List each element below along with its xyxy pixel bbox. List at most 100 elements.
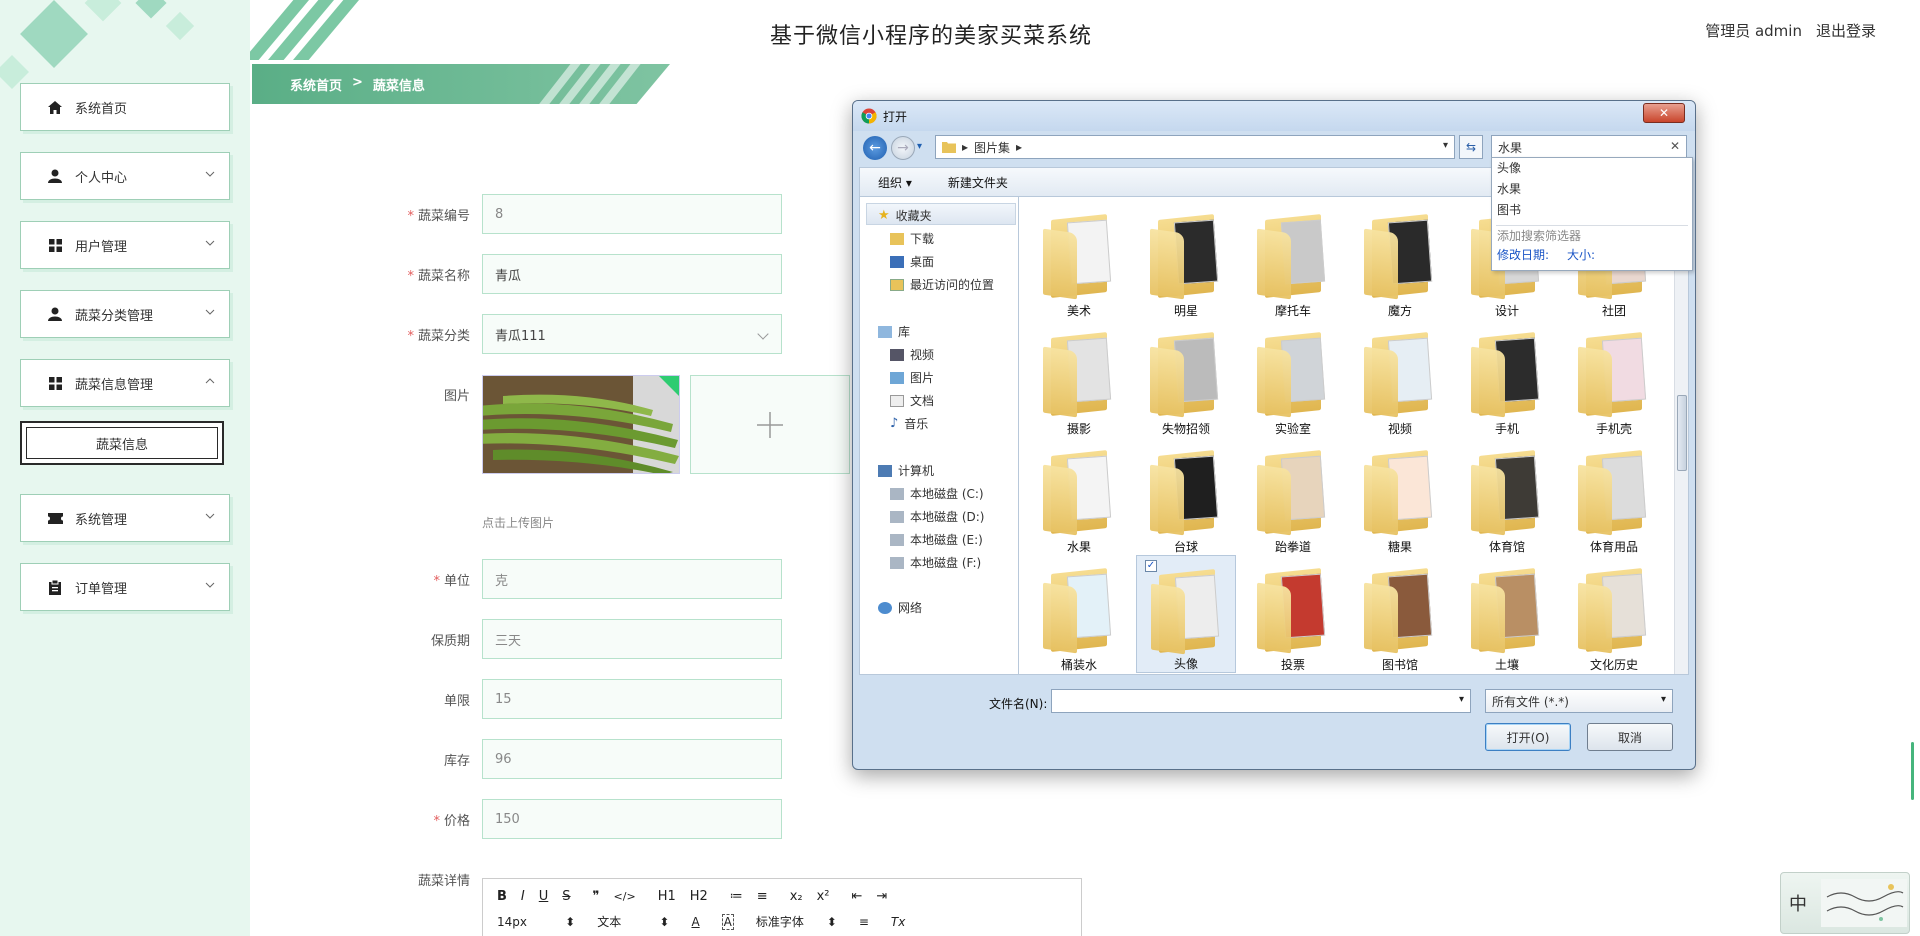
font-size-select[interactable]: 14px ⬍ [497, 915, 575, 929]
stock-field[interactable]: 96 [482, 739, 782, 779]
cancel-button[interactable]: 取消 [1587, 723, 1673, 751]
sidebar-subitem-vegetable-info[interactable]: 蔬菜信息 [20, 421, 224, 465]
uploaded-image[interactable] [482, 375, 680, 474]
logout-link[interactable]: 退出登录 [1816, 20, 1876, 41]
suggestion-item[interactable]: 图书 [1492, 200, 1692, 221]
folder-item[interactable]: 手机 [1457, 319, 1557, 437]
rich-text-editor[interactable]: B I U S ❞ </> H1 H2 ≔ ≡ x₂ x² ⇤ ⇥ 14px ⬍… [482, 878, 1082, 936]
ime-widget[interactable]: 中 [1780, 872, 1910, 934]
address-dropdown-icon[interactable]: ▾ [1443, 140, 1448, 151]
folder-item[interactable]: 美术 [1029, 201, 1129, 319]
refresh-button[interactable]: ⇆ [1459, 135, 1483, 159]
folder-item[interactable]: 台球 [1136, 437, 1236, 555]
h2-button[interactable]: H2 [690, 889, 708, 904]
price-field[interactable]: 150 [482, 799, 782, 839]
folder-item[interactable]: 桶装水 [1029, 555, 1129, 673]
nav-item[interactable]: 本地磁盘 (C:) [890, 485, 984, 502]
folder-item[interactable]: 跆拳道 [1243, 437, 1343, 555]
unit-field[interactable]: 克 [482, 559, 782, 599]
align-button[interactable]: ≡ [859, 915, 869, 929]
limit-field[interactable]: 15 [482, 679, 782, 719]
nav-item[interactable]: 桌面 [890, 253, 934, 270]
folder-item[interactable]: 摄影 [1029, 319, 1129, 437]
new-folder-button[interactable]: 新建文件夹 [948, 174, 1008, 191]
scrollbar-thumb[interactable] [1677, 395, 1687, 471]
nav-library[interactable]: 库 [878, 323, 910, 340]
close-button[interactable]: ✕ [1643, 103, 1685, 123]
nav-item[interactable]: 文档 [890, 392, 934, 409]
folder-item[interactable]: 体育用品 [1564, 437, 1664, 555]
address-bar[interactable]: ▸ 图片集 ▸ ▾ [935, 135, 1455, 159]
category-select[interactable]: 青瓜111 [482, 314, 782, 354]
filetype-select[interactable]: 所有文件 (*.*) [1485, 689, 1673, 713]
folder-item[interactable]: 实验室 [1243, 319, 1343, 437]
open-button[interactable]: 打开(O) [1485, 723, 1571, 751]
folder-item[interactable]: 明星 [1136, 201, 1236, 319]
breadcrumb-home[interactable]: 系统首页 [290, 75, 342, 94]
nav-item[interactable]: 本地磁盘 (E:) [890, 531, 983, 548]
superscript-button[interactable]: x² [817, 889, 830, 904]
folder-item[interactable]: 头像 ✓ [1136, 555, 1236, 673]
filename-input[interactable] [1051, 689, 1471, 713]
folder-item[interactable]: 文化历史 [1564, 555, 1664, 673]
sidebar-item-orders[interactable]: 订单管理 [20, 563, 230, 611]
history-dropdown-icon[interactable]: ▾ [917, 141, 922, 152]
strike-button[interactable]: S [562, 889, 570, 904]
nav-item[interactable]: 图片 [890, 369, 934, 386]
checkbox-icon[interactable]: ✓ [1145, 560, 1157, 572]
forward-button[interactable]: → [891, 136, 915, 160]
nav-item[interactable]: 最近访问的位置 [890, 276, 994, 293]
shelf-field[interactable]: 三天 [482, 619, 782, 659]
name-field[interactable]: 青瓜 [482, 254, 782, 294]
bold-button[interactable]: B [497, 889, 507, 904]
folder-item[interactable]: 体育馆 [1457, 437, 1557, 555]
sidebar-item-system[interactable]: 系统管理 [20, 494, 230, 542]
filter-date-link[interactable]: 修改日期: [1497, 246, 1549, 263]
nav-favorites[interactable]: ★ 收藏夹 [878, 207, 932, 224]
folder-item[interactable]: 水果 [1029, 437, 1129, 555]
ime-mode[interactable]: 中 [1789, 890, 1815, 916]
sidebar-item-profile[interactable]: 个人中心 [20, 152, 230, 200]
back-button[interactable]: ← [863, 136, 887, 160]
clear-icon[interactable]: ✕ [1670, 139, 1680, 153]
nav-computer[interactable]: 计算机 [878, 462, 934, 479]
filter-size-link[interactable]: 大小: [1567, 246, 1595, 263]
nav-network[interactable]: 网络 [878, 599, 922, 616]
outdent-button[interactable]: ⇤ [852, 889, 863, 904]
text-type-select[interactable]: 文本 ⬍ [597, 913, 669, 930]
suggestion-item[interactable]: 水果 [1492, 179, 1692, 200]
folder-item[interactable]: 糖果 [1350, 437, 1450, 555]
folder-item[interactable]: 投票 [1243, 555, 1343, 673]
clear-format-button[interactable]: Tx [891, 915, 905, 929]
nav-item[interactable]: 本地磁盘 (F:) [890, 554, 981, 571]
folder-item[interactable]: 视频 [1350, 319, 1450, 437]
font-family-select[interactable]: 标准字体 ⬍ [756, 913, 837, 930]
folder-item[interactable]: 图书馆 [1350, 555, 1450, 673]
suggestion-item[interactable]: 头像 [1492, 158, 1692, 179]
folder-item[interactable]: 手机壳 [1564, 319, 1664, 437]
id-field[interactable]: 8 [482, 194, 782, 234]
folder-item[interactable]: 摩托车 [1243, 201, 1343, 319]
address-segment[interactable]: 图片集 [974, 139, 1010, 156]
sidebar-item-users[interactable]: 用户管理 [20, 221, 230, 269]
nav-item[interactable]: 下载 [890, 230, 934, 247]
bg-color-button[interactable]: A [721, 913, 734, 930]
italic-button[interactable]: I [521, 889, 525, 904]
folder-item[interactable]: 失物招领 [1136, 319, 1236, 437]
quote-button[interactable]: ❞ [593, 889, 600, 904]
bullet-list-button[interactable]: ≡ [757, 889, 768, 904]
indent-button[interactable]: ⇥ [876, 889, 887, 904]
organize-button[interactable]: 组织 ▾ [878, 174, 912, 191]
search-input[interactable]: 水果 ✕ [1491, 135, 1687, 159]
folder-item[interactable]: 魔方 [1350, 201, 1450, 319]
code-button[interactable]: </> [614, 890, 636, 903]
ordered-list-button[interactable]: ≔ [730, 889, 743, 904]
nav-item[interactable]: 视频 [890, 346, 934, 363]
upload-add-button[interactable] [690, 375, 850, 474]
sidebar-item-home[interactable]: 系统首页 [20, 83, 230, 131]
font-color-button[interactable]: A [691, 915, 699, 929]
sidebar-item-vegetable-info[interactable]: 蔬菜信息管理 [20, 359, 230, 407]
h1-button[interactable]: H1 [658, 889, 676, 904]
sidebar-item-category[interactable]: 蔬菜分类管理 [20, 290, 230, 338]
nav-item[interactable]: 本地磁盘 (D:) [890, 508, 984, 525]
